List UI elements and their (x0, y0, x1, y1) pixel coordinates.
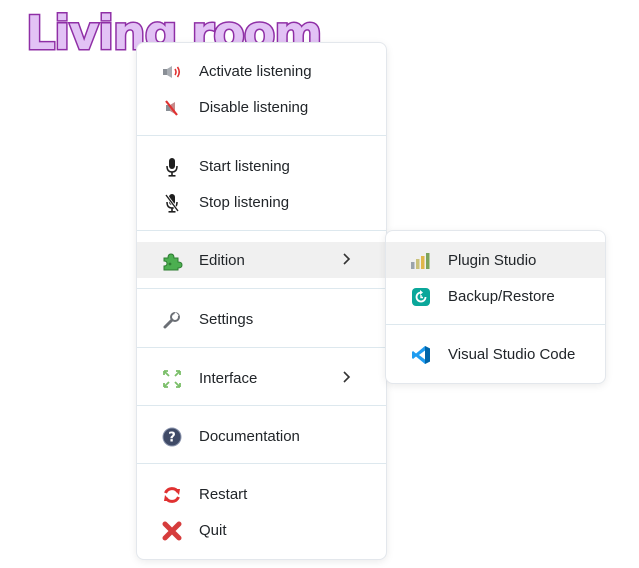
menu-item-label: Quit (199, 521, 227, 539)
menu-item-label: Activate listening (199, 62, 312, 80)
menu-separator (137, 463, 386, 464)
menu-item-quit[interactable]: Quit (137, 512, 386, 548)
submenu-item-plugin-studio[interactable]: Plugin Studio (386, 242, 605, 278)
submenu-item-label: Visual Studio Code (448, 345, 576, 363)
menu-item-label: Edition (199, 251, 245, 269)
chevron-right-icon (340, 369, 354, 385)
menu-item-edition[interactable]: Edition (137, 242, 386, 278)
context-menu: Activate listening Disable listening Sta… (136, 42, 387, 560)
speaker-muted-icon (161, 97, 183, 119)
chevron-right-icon (340, 251, 354, 267)
close-icon (161, 520, 183, 542)
submenu-separator (386, 324, 605, 325)
menu-separator (137, 230, 386, 231)
submenu-item-backup-restore[interactable]: Backup/Restore (386, 278, 605, 314)
menu-separator (137, 405, 386, 406)
edition-submenu: Plugin Studio Backup/Restore Visual Stud… (385, 230, 606, 384)
menu-item-disable-listening[interactable]: Disable listening (137, 89, 386, 125)
menu-item-label: Settings (199, 310, 254, 328)
microphone-off-icon (161, 192, 183, 214)
speaker-on-icon (161, 61, 183, 83)
menu-item-interface[interactable]: Interface (137, 360, 386, 396)
menu-item-restart[interactable]: Restart (137, 476, 386, 512)
menu-item-start-listening[interactable]: Start listening (137, 148, 386, 184)
vscode-icon (410, 344, 432, 366)
microphone-icon (161, 156, 183, 178)
menu-item-documentation[interactable]: ? Documentation (137, 418, 386, 454)
restart-icon (161, 484, 183, 506)
submenu-item-label: Backup/Restore (448, 287, 555, 305)
backup-restore-icon (410, 286, 432, 308)
menu-item-activate-listening[interactable]: Activate listening (137, 53, 386, 89)
menu-separator (137, 135, 386, 136)
menu-item-stop-listening[interactable]: Stop listening (137, 184, 386, 220)
menu-separator (137, 288, 386, 289)
menu-item-label: Disable listening (199, 98, 309, 116)
menu-item-label: Interface (199, 369, 258, 387)
submenu-item-visual-studio-code[interactable]: Visual Studio Code (386, 336, 605, 372)
menu-item-label: Documentation (199, 427, 300, 445)
help-icon: ? (161, 426, 183, 448)
svg-text:?: ? (168, 431, 176, 446)
wrench-icon (161, 309, 183, 331)
menu-item-label: Restart (199, 485, 248, 503)
puzzle-icon (161, 250, 183, 272)
menu-item-settings[interactable]: Settings (137, 301, 386, 337)
menu-separator (137, 347, 386, 348)
expand-arrows-icon (161, 368, 183, 390)
bar-chart-icon (410, 250, 432, 272)
submenu-item-label: Plugin Studio (448, 251, 537, 269)
menu-item-label: Stop listening (199, 193, 290, 211)
menu-item-label: Start listening (199, 157, 290, 175)
